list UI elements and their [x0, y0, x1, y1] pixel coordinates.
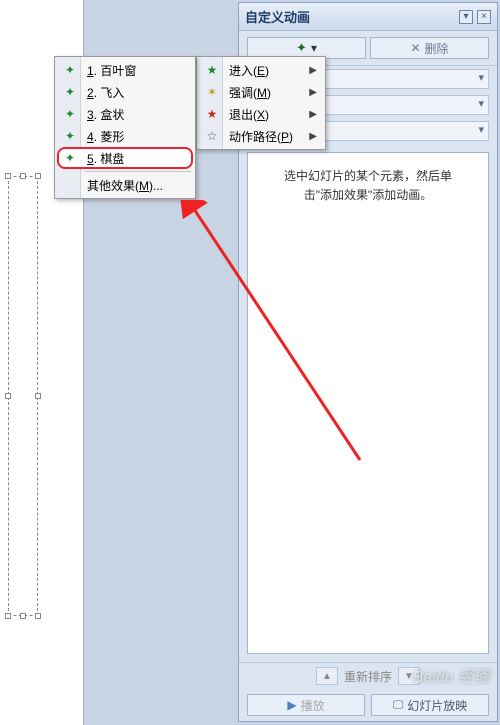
- star-icon: ✦: [62, 129, 78, 143]
- resize-handle[interactable]: [20, 173, 26, 179]
- resize-handle[interactable]: [5, 173, 11, 179]
- play-button: ▶ 播放: [247, 694, 365, 716]
- empty-hint-line: 击"添加效果"添加动画。: [258, 186, 478, 205]
- star-icon: ✦: [62, 63, 78, 77]
- remove-icon: ✕: [410, 41, 420, 55]
- chevron-right-icon: ▶: [309, 65, 317, 76]
- selected-placeholder[interactable]: [8, 176, 38, 616]
- star-icon: ✶: [204, 85, 220, 99]
- resize-handle[interactable]: [20, 613, 26, 619]
- pane-title: 自定义动画: [245, 7, 310, 26]
- remove-label: 删除: [425, 40, 449, 57]
- effect-item-diamond[interactable]: ✦ 4. 菱形: [57, 125, 193, 147]
- menu-separator: [85, 171, 191, 172]
- reorder-bar: ▲ 重新排序 ▼: [239, 662, 497, 689]
- slideshow-label: 幻灯片放映: [407, 697, 467, 714]
- menu-item-exit[interactable]: ★ 退出(X) ▶: [199, 103, 323, 125]
- menu-item-motionpath[interactable]: ☆ 动作路径(P) ▶: [199, 125, 323, 147]
- star-icon: ✦: [62, 151, 78, 165]
- star-icon: ★: [204, 107, 220, 121]
- effect-item-flyin[interactable]: ✦ 2. 飞入: [57, 81, 193, 103]
- dropdown-arrow-icon: ▾: [311, 41, 317, 55]
- star-icon: ★: [204, 63, 220, 77]
- star-icon: ✦: [62, 85, 78, 99]
- animation-list: 选中幻灯片的某个元素，然后单 击"添加效果"添加动画。: [247, 152, 489, 654]
- resize-handle[interactable]: [5, 613, 11, 619]
- resize-handle[interactable]: [35, 173, 41, 179]
- pane-dropdown-button[interactable]: ▾: [459, 10, 473, 24]
- resize-handle[interactable]: [35, 613, 41, 619]
- menu-item-emphasis[interactable]: ✶ 强调(M) ▶: [199, 81, 323, 103]
- play-label: 播放: [301, 697, 325, 714]
- play-icon: ▶: [287, 698, 296, 712]
- resize-handle[interactable]: [35, 393, 41, 399]
- chevron-right-icon: ▶: [309, 109, 317, 120]
- chevron-right-icon: ▶: [309, 131, 317, 142]
- reorder-label: 重新排序: [344, 668, 392, 685]
- effect-item-more[interactable]: 其他效果(M)...: [57, 174, 193, 196]
- move-up-button: ▲: [316, 667, 338, 685]
- move-down-button: ▼: [398, 667, 420, 685]
- monitor-icon: 🖵: [393, 699, 404, 712]
- entrance-effects-menu: ✦ 1. 百叶窗 ✦ 2. 飞入 ✦ 3. 盒状 ✦ 4. 菱形 ✦ 5. 棋盘…: [54, 56, 196, 199]
- star-icon: ✦: [296, 40, 307, 56]
- effect-category-menu: ★ 进入(E) ▶ ✶ 强调(M) ▶ ★ 退出(X) ▶ ☆ 动作路径(P) …: [196, 56, 326, 150]
- pane-close-button[interactable]: ×: [477, 10, 491, 24]
- effect-item-blinds[interactable]: ✦ 1. 百叶窗: [57, 59, 193, 81]
- pane-header: 自定义动画 ▾ ×: [239, 3, 497, 31]
- effect-item-checkerboard[interactable]: ✦ 5. 棋盘: [57, 147, 193, 169]
- slideshow-button[interactable]: 🖵 幻灯片放映: [371, 694, 489, 716]
- remove-effect-button: ✕ 删除: [370, 37, 489, 59]
- menu-item-entrance[interactable]: ★ 进入(E) ▶: [199, 59, 323, 81]
- resize-handle[interactable]: [5, 393, 11, 399]
- empty-hint-line: 选中幻灯片的某个元素，然后单: [258, 167, 478, 186]
- star-icon: ✦: [62, 107, 78, 121]
- star-icon: ☆: [204, 129, 220, 143]
- effect-item-box[interactable]: ✦ 3. 盒状: [57, 103, 193, 125]
- chevron-right-icon: ▶: [309, 87, 317, 98]
